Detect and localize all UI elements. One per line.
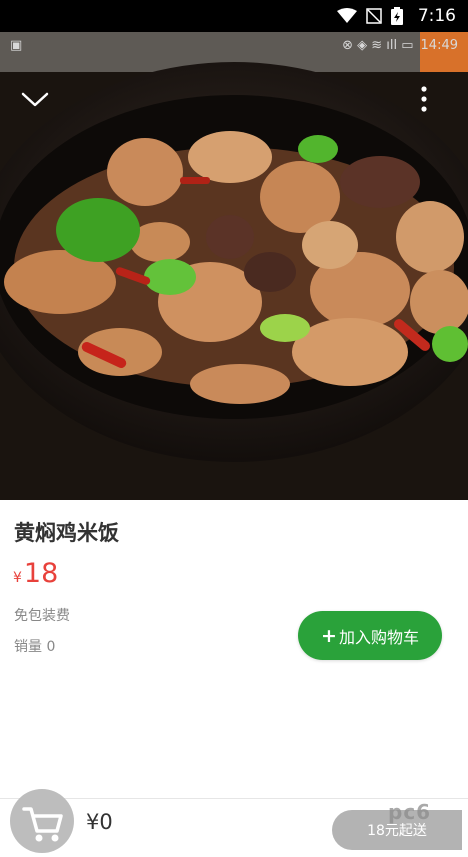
back-button[interactable] xyxy=(20,88,50,112)
more-vertical-icon xyxy=(421,86,427,112)
status-bar: 7:16 xyxy=(0,0,468,32)
signal-icons: ⊗ ◈ ≋ ıll ▭ xyxy=(342,37,414,53)
shopping-cart-icon xyxy=(22,807,63,842)
packaging-fee-note: 免包装费 xyxy=(14,608,70,624)
cart-button[interactable] xyxy=(10,789,74,853)
more-button[interactable] xyxy=(412,84,436,116)
cart-total: ¥0 xyxy=(86,810,113,834)
add-to-cart-label: 加入购物车 xyxy=(338,627,419,647)
battery-icon xyxy=(390,7,403,25)
add-to-cart-button[interactable]: + 加入购物车 xyxy=(298,611,442,660)
photo-time: 14:49 xyxy=(420,37,458,53)
currency-symbol: ¥ xyxy=(13,570,22,586)
price-amount: 18 xyxy=(23,558,59,589)
product-name: 黄焖鸡米饭 xyxy=(14,521,119,545)
watermark-logo: pc6 xyxy=(388,800,432,824)
no-signal-icon xyxy=(366,8,382,24)
photo-status-bar: ▣ ⊗ ◈ ≋ ıll ▭ 14:49 xyxy=(0,32,468,58)
chevron-down-icon xyxy=(21,92,49,107)
image-icon: ▣ xyxy=(10,37,23,53)
product-price: ¥ 18 xyxy=(13,558,58,589)
sales-count: 销量 0 xyxy=(14,639,56,655)
plus-icon: + xyxy=(321,624,337,647)
product-photo: ▣ ⊗ ◈ ≋ ıll ▭ 14:49 xyxy=(0,32,468,500)
status-time: 7:16 xyxy=(417,6,456,26)
wifi-icon xyxy=(336,8,357,23)
